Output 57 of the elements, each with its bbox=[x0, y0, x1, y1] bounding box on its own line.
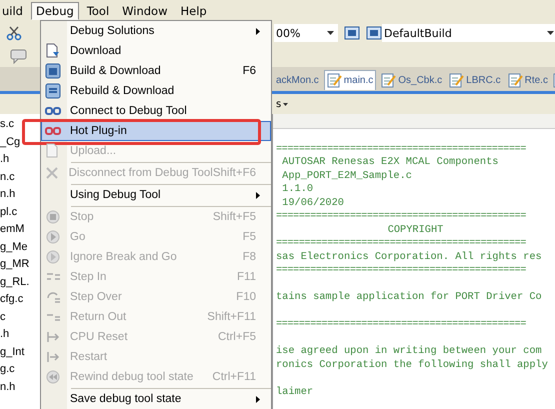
code-line: AUTOSAR Renesas E2X MCAL Components bbox=[281, 156, 500, 170]
menu-item[interactable]: uild bbox=[0, 2, 28, 20]
document-edit-icon bbox=[508, 72, 523, 88]
code-editor[interactable] bbox=[272, 114, 555, 409]
comment-rule: ============================================ bbox=[276, 210, 527, 224]
menu-item[interactable]: Download bbox=[41, 41, 271, 61]
code-line: sas Electronics Corporation. All rights res bbox=[276, 250, 543, 264]
code-line: 1.1.0 bbox=[281, 183, 314, 196]
menu-item[interactable]: Connect to Debug Tool bbox=[41, 101, 271, 121]
build-combo[interactable]: DefaultBuild bbox=[382, 24, 555, 42]
panel-menu[interactable]: s bbox=[276, 98, 288, 110]
play-icon bbox=[45, 249, 61, 265]
code-line: ise agreed upon in writing between your com bbox=[276, 345, 543, 358]
document-edit-icon bbox=[449, 72, 464, 88]
play-icon bbox=[45, 229, 61, 245]
file-tab[interactable]: LBRC.c bbox=[447, 70, 503, 90]
code-line: App_PORT_E2M_Sample.c bbox=[281, 170, 413, 183]
code-line: COPYRIGHT bbox=[386, 224, 444, 237]
menu-item[interactable]: Build & Download F6 bbox=[41, 61, 271, 81]
menu-item[interactable]: Rebuild & Download bbox=[41, 81, 271, 101]
code-line: tains sample application for PORT Driver Co bbox=[276, 291, 543, 304]
submenu-arrow-icon bbox=[256, 28, 260, 34]
comment-rule: ============================================ bbox=[276, 142, 527, 156]
document-arrow-icon bbox=[45, 43, 61, 59]
comment-rule: ============================================ bbox=[276, 318, 527, 332]
file-tab[interactable]: Rte.c bbox=[506, 70, 550, 90]
menu-item[interactable]: Help bbox=[176, 2, 212, 20]
submenu-arrow-icon bbox=[256, 192, 260, 198]
scissors-icon bbox=[6, 25, 22, 41]
code-line: ronics Corporation the following shall apply bbox=[276, 358, 549, 372]
menu-item[interactable]: Tool bbox=[82, 2, 114, 20]
file-tab[interactable]: ackMon.c bbox=[274, 72, 321, 88]
dropdown-icon bbox=[547, 31, 554, 35]
document-edit-icon bbox=[381, 72, 396, 88]
menu-item[interactable]: Window bbox=[117, 2, 172, 20]
zoom-combo[interactable]: 00% bbox=[274, 24, 338, 42]
submenu-arrow-icon bbox=[256, 396, 260, 402]
dropdown-icon bbox=[327, 31, 334, 35]
comment-icon bbox=[10, 48, 28, 64]
menu-item[interactable]: Save debug tool state bbox=[41, 389, 271, 409]
menu-item[interactable]: Debug bbox=[30, 2, 79, 20]
comment-rule: ============================================ bbox=[276, 237, 527, 250]
menu-item[interactable]: Debug Solutions bbox=[41, 21, 271, 41]
document-edit-icon bbox=[326, 73, 342, 88]
comment-rule: ============================================ bbox=[276, 264, 527, 278]
cross-icon bbox=[44, 165, 60, 181]
stop-icon bbox=[45, 209, 61, 225]
menu-item[interactable]: Using Debug Tool bbox=[41, 185, 271, 205]
code-line: 19/06/2020 bbox=[281, 196, 345, 210]
code-line: laimer bbox=[276, 386, 314, 399]
build-icon bbox=[344, 25, 360, 41]
rewind-icon bbox=[45, 369, 61, 385]
menu-item[interactable]: Hot Plug-in bbox=[41, 121, 271, 141]
dropdown-icon bbox=[283, 102, 288, 106]
build-icon bbox=[366, 25, 382, 41]
file-tab[interactable]: Os_Cbk.c bbox=[379, 70, 444, 90]
file-tab[interactable]: main.c bbox=[324, 70, 376, 90]
